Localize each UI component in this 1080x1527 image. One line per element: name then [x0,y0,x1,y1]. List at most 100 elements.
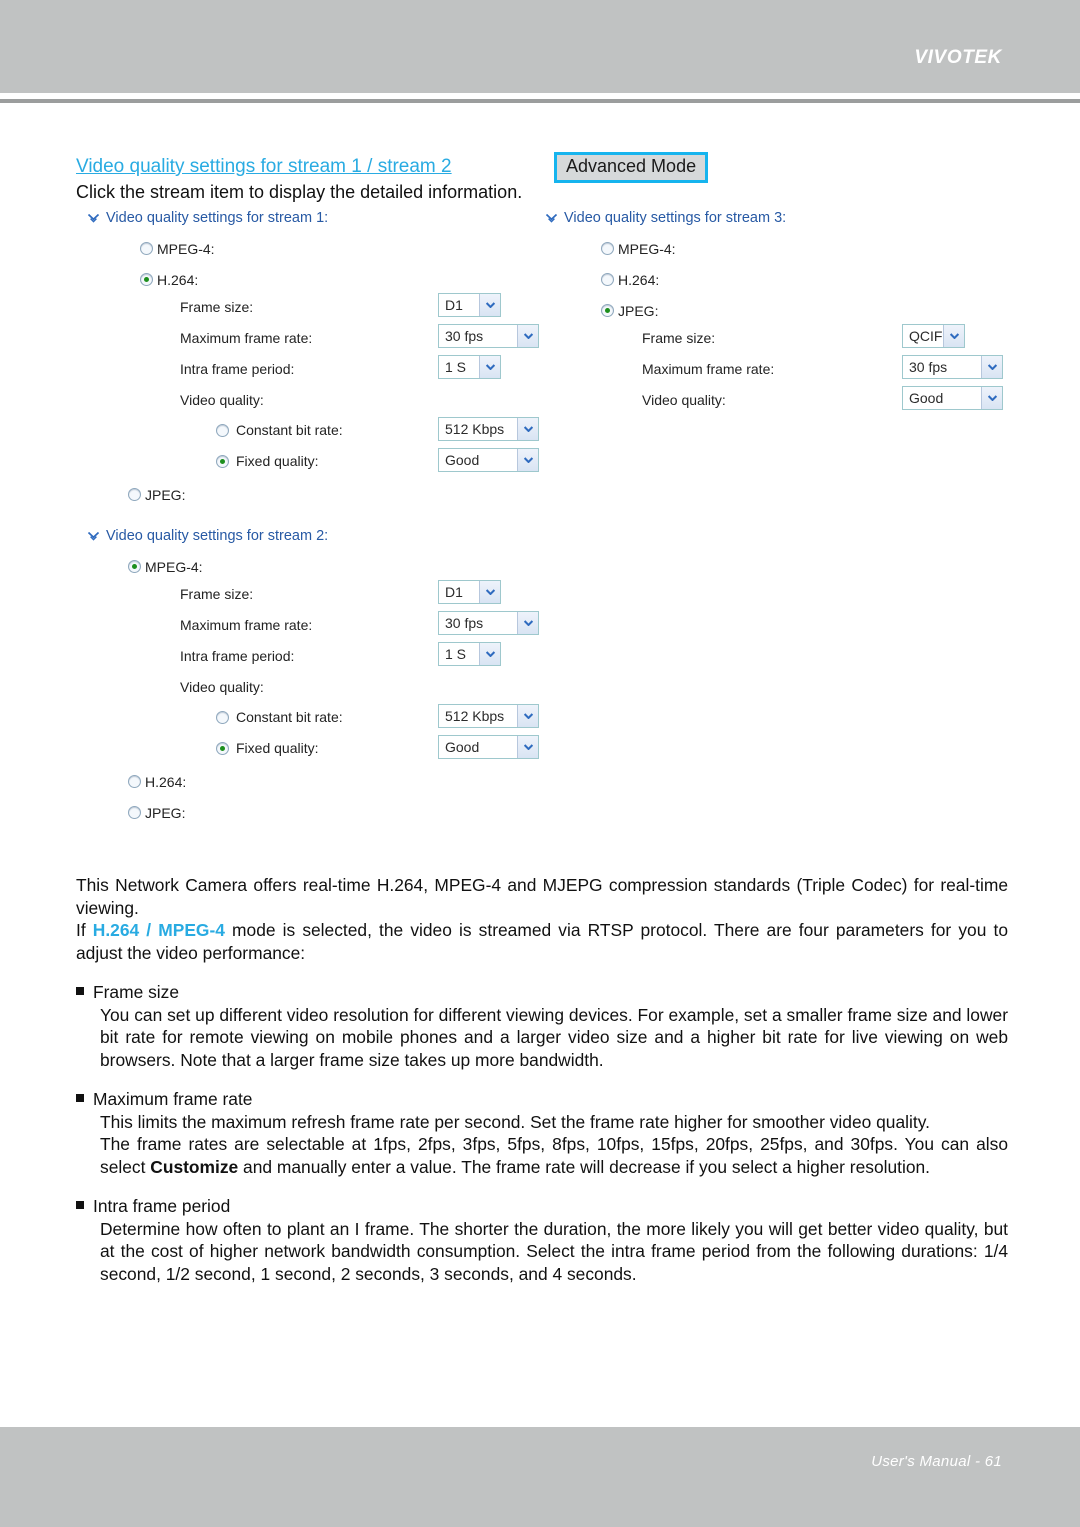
bullet-2-post: and manually enter a value. The frame ra… [238,1156,931,1177]
stream2-max-frame-rate-select[interactable]: 30 fps [438,611,539,635]
stream2-constant-bit-rate-value: 512 Kbps [445,708,505,724]
stream3-frame-size-row: Frame size: QCIF [642,324,1016,355]
stream1-group: Video quality settings for stream 1: MPE… [88,210,558,506]
stream1-codec-jpeg-label: JPEG: [145,486,186,503]
stream1-video-quality-label: Video quality: [180,392,264,408]
chevron-down-icon[interactable] [479,581,500,603]
bullet-maximum-frame-rate-text-b: The frame rates are selectable at 1fps, … [100,1133,1008,1178]
chevron-down-icon[interactable] [517,418,538,440]
stream1-fixed-quality-select[interactable]: Good [438,448,539,472]
chevron-down-icon[interactable] [517,325,538,347]
stream1-h264-fields: Frame size: D1 Maximum frame rate: 30 fp… [88,293,558,479]
stream2-frame-size-label: Frame size: [180,586,254,602]
radio-icon[interactable] [601,242,614,255]
stream3-group: Video quality settings for stream 3: MPE… [546,210,1016,417]
stream2-codec-mpeg4-label: MPEG-4: [145,558,203,575]
stream1-constant-bit-rate-select[interactable]: 512 Kbps [438,417,539,441]
paragraph-2-pre: If [76,920,93,940]
chevron-down-icon[interactable] [981,387,1002,409]
chevron-double-down-icon [546,213,557,223]
bullet-intra-frame-period-head: Intra frame period [76,1195,1008,1218]
radio-icon[interactable] [216,710,229,724]
stream3-frame-size-value: QCIF [909,328,943,344]
chevron-double-down-icon [88,531,99,541]
stream2-frame-size-value: D1 [445,584,463,600]
stream-column-left: Video quality settings for stream 1: MPE… [88,210,558,824]
stream1-heading-label: Video quality settings for stream 1: [106,210,329,226]
stream2-intra-frame-period-select[interactable]: 1 S [438,642,501,666]
radio-checked-icon[interactable] [128,560,141,573]
stream2-codec-jpeg[interactable]: JPEG: [128,801,558,824]
stream3-codec-h264-label: H.264: [618,271,660,288]
stream2-frame-size-select[interactable]: D1 [438,580,501,604]
radio-checked-icon[interactable] [216,454,229,468]
footer-page-label: User's Manual - 61 [871,1453,1002,1470]
stream3-video-quality-select[interactable]: Good [902,386,1003,410]
stream1-intra-frame-period-row: Intra frame period: 1 S [180,355,558,386]
stream1-codec-h264-label: H.264: [157,271,199,288]
chevron-down-icon[interactable] [479,294,500,316]
stream3-codec-h264[interactable]: H.264: [601,268,1016,291]
chevron-down-icon[interactable] [517,612,538,634]
chevron-down-icon[interactable] [517,705,538,727]
stream1-max-frame-rate-select[interactable]: 30 fps [438,324,539,348]
stream1-max-frame-rate-row: Maximum frame rate: 30 fps [180,324,558,355]
stream3-frame-size-select[interactable]: QCIF [902,324,965,348]
stream1-intra-frame-period-label: Intra frame period: [180,361,295,377]
chevron-down-icon[interactable] [479,356,500,378]
stream2-codec-h264[interactable]: H.264: [128,770,558,793]
stream2-constant-bit-rate-row: Constant bit rate: 512 Kbps [216,704,558,735]
bullet-intra-frame-period: Intra frame period Determine how often t… [76,1195,1008,1285]
stream2-header[interactable]: Video quality settings for stream 2: [88,528,558,544]
stream1-codec-mpeg4-label: MPEG-4: [157,240,215,257]
video-quality-settings-link[interactable]: Video quality settings for stream 1 / st… [76,156,452,178]
radio-icon[interactable] [128,488,141,501]
radio-icon[interactable] [216,423,229,437]
paragraph-2-highlight: H.264 / MPEG-4 [92,920,225,940]
chevron-down-icon[interactable] [517,449,538,471]
stream1-frame-size-select[interactable]: D1 [438,293,501,317]
chevron-down-icon[interactable] [943,325,964,347]
stream3-frame-size-label: Frame size: [642,330,716,346]
page-footer: User's Manual - 61 [0,1427,1080,1527]
radio-checked-icon[interactable] [216,741,229,755]
radio-icon[interactable] [128,775,141,788]
stream1-constant-bit-rate-label: Constant bit rate: [236,422,343,438]
stream1-max-frame-rate-value: 30 fps [445,328,484,344]
stream1-codec-h264[interactable]: H.264: [140,268,558,291]
radio-checked-icon[interactable] [140,273,153,286]
stream2-frame-size-row: Frame size: D1 [180,580,558,611]
stream3-jpeg-fields: Frame size: QCIF Maximum frame rate: 30 … [546,324,1016,417]
stream1-codec-mpeg4[interactable]: MPEG-4: [140,237,558,260]
stream2-group: Video quality settings for stream 2: MPE… [88,528,558,824]
stream2-intra-frame-period-row: Intra frame period: 1 S [180,642,558,673]
stream2-max-frame-rate-value: 30 fps [445,615,484,631]
stream1-codec-jpeg[interactable]: JPEG: [128,483,558,506]
radio-icon[interactable] [140,242,153,255]
stream3-video-quality-value: Good [909,390,944,406]
stream3-max-frame-rate-select[interactable]: 30 fps [902,355,1003,379]
stream2-fixed-quality-value: Good [445,739,480,755]
radio-checked-icon[interactable] [601,304,614,317]
radio-icon[interactable] [601,273,614,286]
stream2-codec-jpeg-label: JPEG: [145,804,186,821]
stream2-fixed-quality-select[interactable]: Good [438,735,539,759]
stream3-header[interactable]: Video quality settings for stream 3: [546,210,1016,226]
stream3-video-quality-label: Video quality: [642,392,726,408]
stream1-intra-frame-period-select[interactable]: 1 S [438,355,501,379]
chevron-down-icon[interactable] [517,736,538,758]
stream2-intra-frame-period-value: 1 S [445,646,467,662]
stream1-frame-size-label: Frame size: [180,299,254,315]
stream2-codec-mpeg4[interactable]: MPEG-4: [128,555,558,578]
paragraph-2: If H.264 / MPEG-4 mode is selected, the … [76,919,1008,964]
chevron-down-icon[interactable] [479,643,500,665]
stream-column-right: Video quality settings for stream 3: MPE… [546,210,1016,417]
stream3-codec-jpeg[interactable]: JPEG: [601,299,1016,322]
stream2-constant-bit-rate-select[interactable]: 512 Kbps [438,704,539,728]
square-bullet-icon [76,987,84,995]
stream1-header[interactable]: Video quality settings for stream 1: [88,210,558,226]
stream3-codec-mpeg4[interactable]: MPEG-4: [601,237,1016,260]
advanced-mode-button[interactable]: Advanced Mode [554,152,709,183]
chevron-down-icon[interactable] [981,356,1002,378]
radio-icon[interactable] [128,806,141,819]
